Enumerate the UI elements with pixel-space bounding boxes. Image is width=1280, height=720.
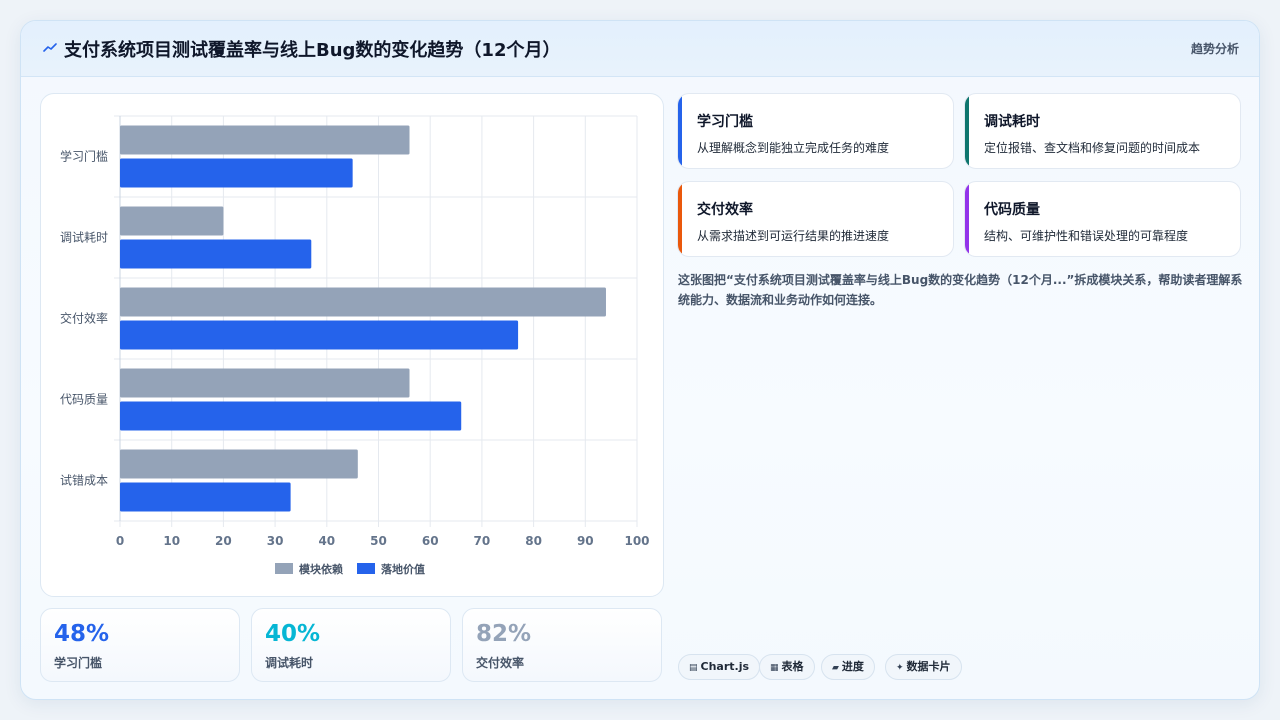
tag-table[interactable]: ▦ 表格 xyxy=(759,654,815,680)
legend-label: 落地价值 xyxy=(381,562,425,576)
stat-card-debug: 40% 调试耗时 xyxy=(251,608,451,682)
stat-label: 交付效率 xyxy=(476,656,525,670)
legend-swatch xyxy=(357,563,375,574)
bar xyxy=(120,206,224,236)
bar-chart: 0 10 20 30 40 50 60 70 80 90 100 学习门槛调试耗时交付效率代码质量试错… xyxy=(60,115,650,576)
x-tick-label: 0 xyxy=(116,534,124,548)
stat-value: 82% xyxy=(476,621,532,647)
x-tick-label: 30 xyxy=(267,534,284,548)
legend-swatch xyxy=(275,563,293,574)
bar xyxy=(120,320,519,350)
stat-value: 48% xyxy=(54,621,110,647)
accent-bar xyxy=(678,182,682,256)
info-card-learning: 学习门槛 从理解概念到能独立完成任务的难度 xyxy=(677,93,954,169)
bar xyxy=(120,287,606,317)
info-card-delivery: 交付效率 从需求描述到可运行结果的推进速度 xyxy=(677,181,954,257)
info-card-desc: 定位报错、查文档和修复问题的时间成本 xyxy=(984,141,1201,155)
info-card-desc: 从需求描述到可运行结果的推进速度 xyxy=(697,229,890,243)
chart-description: 这张图把“支付系统项目测试覆盖率与线上Bug数的变化趋势（12个月...”拆成模… xyxy=(678,273,1243,307)
info-card-title: 学习门槛 xyxy=(697,114,753,130)
tag-label: 数据卡片 xyxy=(906,660,951,673)
header-bar: 支付系统项目测试覆盖率与线上Bug数的变化趋势（12个月） 趋势分析 xyxy=(21,21,1259,77)
bar xyxy=(120,449,358,479)
accent-bar xyxy=(965,94,969,168)
bar xyxy=(120,239,312,269)
legend-label: 模块依赖 xyxy=(299,562,343,576)
bar xyxy=(120,158,353,188)
progress-icon: ▰ xyxy=(832,663,839,673)
sparkle-icon: ✦ xyxy=(896,663,904,673)
x-tick-label: 70 xyxy=(474,534,491,548)
y-tick-label: 学习门槛 xyxy=(60,149,108,164)
table-icon: ▦ xyxy=(770,663,779,673)
info-card-title: 交付效率 xyxy=(697,202,753,218)
tag-label: 进度 xyxy=(841,660,864,673)
accent-bar xyxy=(678,94,682,168)
info-card-desc: 从理解概念到能独立完成任务的难度 xyxy=(697,141,890,155)
dashboard-frame: 支付系统项目测试覆盖率与线上Bug数的变化趋势（12个月） 趋势分析 0 10 20… xyxy=(20,20,1260,700)
x-tick-label: 90 xyxy=(577,534,594,548)
y-tick-label: 调试耗时 xyxy=(60,230,108,245)
bar xyxy=(120,368,410,398)
y-tick-label: 交付效率 xyxy=(60,311,108,326)
info-card-desc: 结构、可维护性和错误处理的可靠程度 xyxy=(984,229,1189,243)
y-tick-label: 试错成本 xyxy=(60,473,108,488)
bar xyxy=(120,482,291,512)
trend-icon xyxy=(43,43,57,52)
x-tick-label: 10 xyxy=(163,534,180,548)
info-card-title: 代码质量 xyxy=(984,202,1040,218)
tag-label: Chart.js xyxy=(700,660,750,673)
x-tick-label: 80 xyxy=(525,534,542,548)
chart-icon: ▤ xyxy=(689,663,698,673)
x-tick-label: 100 xyxy=(624,534,649,548)
tag-chartjs[interactable]: ▤ Chart.js xyxy=(678,654,761,680)
tag-progress[interactable]: ▰ 进度 xyxy=(821,654,875,680)
stat-label: 调试耗时 xyxy=(265,656,314,670)
stat-label: 学习门槛 xyxy=(54,656,103,670)
accent-bar xyxy=(965,182,969,256)
info-card-quality: 代码质量 结构、可维护性和错误处理的可靠程度 xyxy=(964,181,1241,257)
tag-data-card[interactable]: ✦ 数据卡片 xyxy=(885,654,962,680)
x-tick-label: 50 xyxy=(370,534,387,548)
tag-label: 表格 xyxy=(781,660,804,673)
stat-card-learning: 48% 学习门槛 xyxy=(40,608,240,682)
trend-analysis-link[interactable]: 趋势分析 xyxy=(1191,40,1239,57)
x-tick-label: 60 xyxy=(422,534,439,548)
y-tick-label: 代码质量 xyxy=(60,393,108,407)
bar-chart-card: 0 10 20 30 40 50 60 70 80 90 100 学习门槛调试耗时交付效率代码质量试错… xyxy=(40,93,664,597)
stat-card-delivery: 82% 交付效率 xyxy=(462,608,662,682)
bar xyxy=(120,401,462,431)
x-tick-label: 40 xyxy=(318,534,335,548)
stat-value: 40% xyxy=(265,621,321,647)
page-title: 支付系统项目测试覆盖率与线上Bug数的变化趋势（12个月） xyxy=(64,40,561,61)
info-card-title: 调试耗时 xyxy=(984,114,1040,130)
info-card-debug: 调试耗时 定位报错、查文档和修复问题的时间成本 xyxy=(964,93,1241,169)
bar xyxy=(120,125,410,155)
x-tick-label: 20 xyxy=(215,534,232,548)
